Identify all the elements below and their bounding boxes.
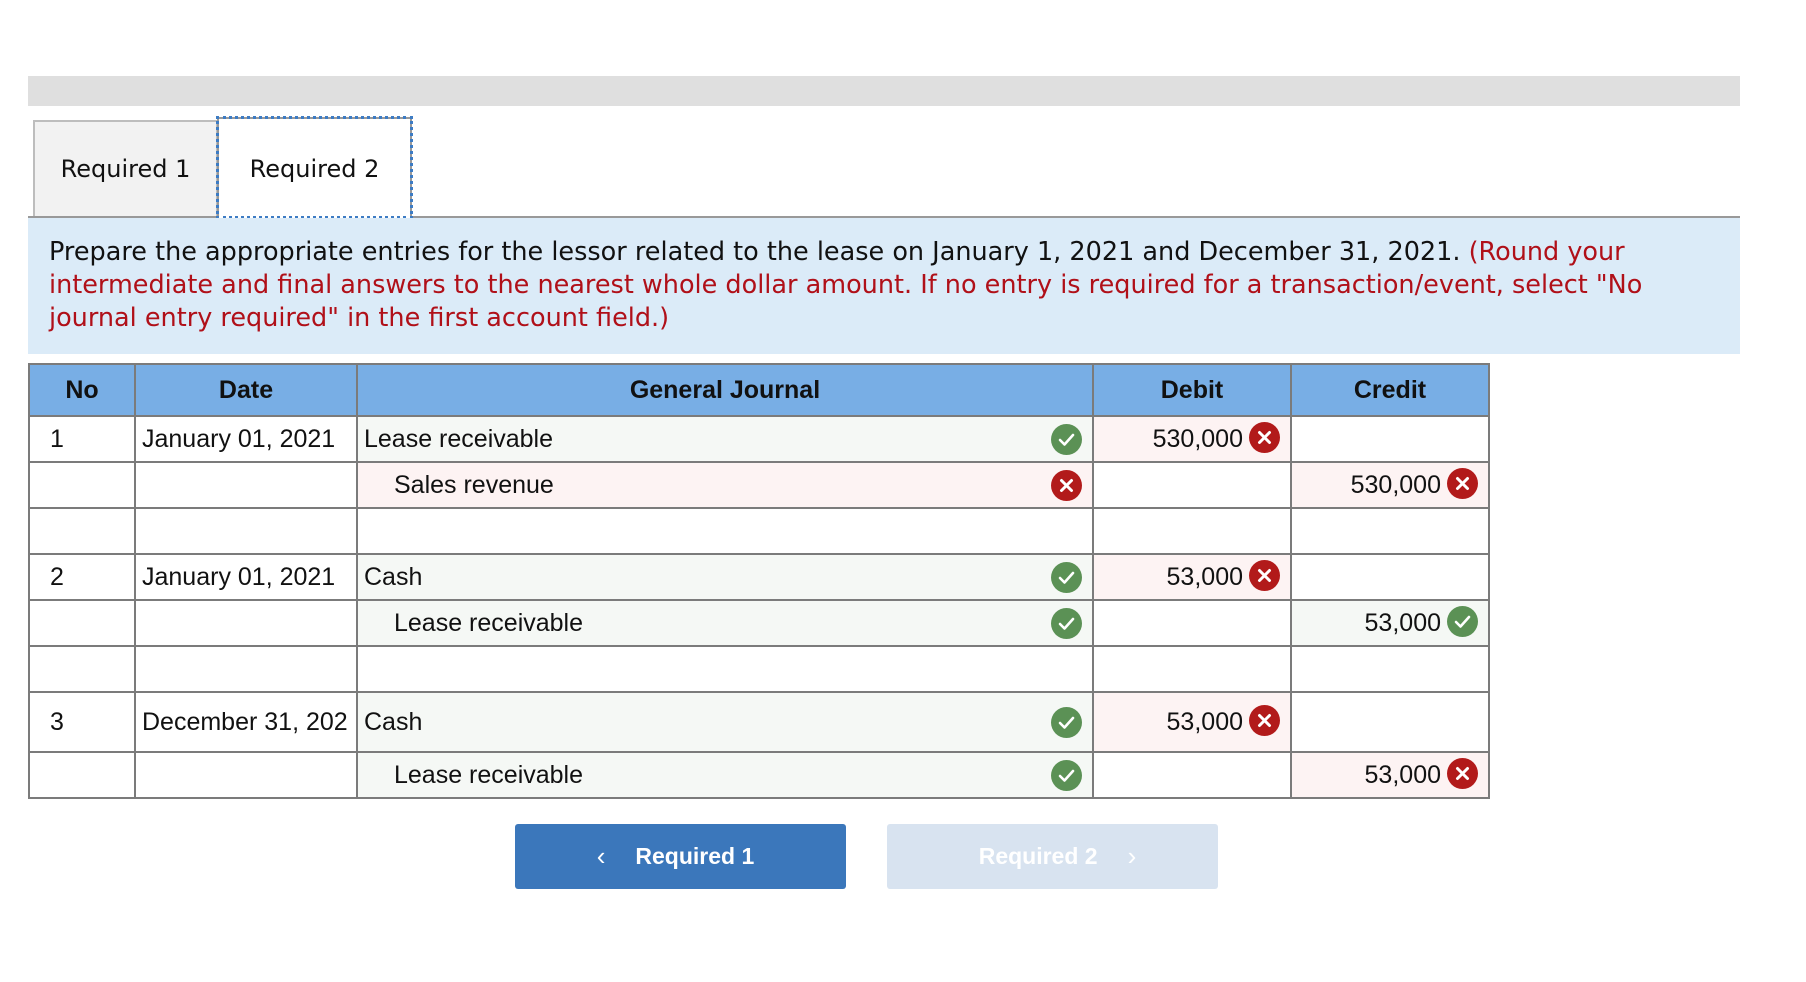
date-text: January 01, 2021 — [142, 424, 336, 453]
header-debit: Debit — [1092, 363, 1292, 417]
header-general-journal: General Journal — [356, 363, 1094, 417]
credit-cell[interactable]: 530,000 — [1290, 461, 1490, 509]
table-row: 2 January 01, 2021 Cash 53,000 — [28, 553, 1490, 601]
account-cell[interactable] — [356, 507, 1094, 555]
header-no: No — [28, 363, 136, 417]
debit-cell[interactable] — [1092, 751, 1292, 799]
account-cell[interactable]: Cash — [356, 691, 1094, 753]
date-cell[interactable]: January 01, 2021 — [134, 415, 358, 463]
account-text: Lease receivable — [364, 424, 554, 453]
account-cell[interactable]: Lease receivable — [356, 415, 1094, 463]
entry-number — [28, 507, 136, 555]
debit-amount: 53,000 — [1166, 562, 1243, 591]
date-cell[interactable] — [134, 645, 358, 693]
check-icon — [1051, 423, 1082, 455]
chevron-left-icon: ‹ — [596, 841, 606, 871]
tab-required-2[interactable]: Required 2 — [216, 116, 413, 219]
table-header-row: No Date General Journal Debit Credit — [28, 363, 1490, 417]
entry-number-text: 1 — [50, 424, 64, 453]
prev-required-1-button[interactable]: ‹ Required 1 — [515, 824, 846, 889]
chevron-right-icon: › — [1127, 841, 1137, 871]
header-date: Date — [134, 363, 358, 417]
table-row: 3 December 31, 202 Cash 53,000 — [28, 691, 1490, 753]
table-row: Sales revenue 530,000 — [28, 461, 1490, 509]
account-cell[interactable] — [356, 645, 1094, 693]
entry-number: 3 — [28, 691, 136, 753]
account-text: Cash — [364, 562, 423, 591]
credit-cell[interactable]: 53,000 — [1290, 751, 1490, 799]
table-row — [28, 507, 1490, 555]
table-row: Lease receivable 53,000 — [28, 751, 1490, 799]
entry-number — [28, 461, 136, 509]
entry-number — [28, 751, 136, 799]
debit-cell[interactable]: 53,000 — [1092, 553, 1292, 601]
entry-number — [28, 645, 136, 693]
debit-cell[interactable] — [1092, 461, 1292, 509]
header-credit: Credit — [1290, 363, 1490, 417]
top-bar — [28, 76, 1740, 106]
table-row — [28, 645, 1490, 693]
credit-cell[interactable] — [1290, 645, 1490, 693]
debit-amount: 530,000 — [1152, 424, 1243, 453]
table-row: Lease receivable 53,000 — [28, 599, 1490, 647]
instructions-text: Prepare the appropriate entries for the … — [49, 237, 1469, 267]
account-cell[interactable]: Lease receivable — [356, 751, 1094, 799]
general-journal-table: No Date General Journal Debit Credit 1 Ja… — [28, 363, 1490, 799]
entry-number: 1 — [28, 415, 136, 463]
credit-cell[interactable] — [1290, 415, 1490, 463]
debit-cell[interactable]: 530,000 — [1092, 415, 1292, 463]
tab-required-1[interactable]: Required 1 — [33, 120, 218, 216]
x-icon — [1051, 469, 1082, 501]
entry-number — [28, 599, 136, 647]
date-cell[interactable]: January 01, 2021 — [134, 553, 358, 601]
check-icon — [1447, 606, 1478, 638]
account-cell[interactable]: Lease receivable — [356, 599, 1094, 647]
check-icon — [1051, 706, 1082, 738]
x-icon — [1447, 758, 1478, 790]
credit-cell[interactable] — [1290, 507, 1490, 555]
account-text: Lease receivable — [394, 760, 584, 789]
account-cell[interactable]: Cash — [356, 553, 1094, 601]
account-text: Lease receivable — [394, 608, 584, 637]
credit-cell[interactable] — [1290, 553, 1490, 601]
debit-cell[interactable] — [1092, 507, 1292, 555]
check-icon — [1051, 607, 1082, 639]
entry-number: 2 — [28, 553, 136, 601]
debit-cell[interactable] — [1092, 645, 1292, 693]
next-required-2-button[interactable]: Required 2 › — [887, 824, 1218, 889]
x-icon — [1249, 422, 1280, 454]
x-icon — [1249, 560, 1280, 592]
credit-cell[interactable]: 53,000 — [1290, 599, 1490, 647]
debit-cell[interactable]: 53,000 — [1092, 691, 1292, 753]
debit-amount: 53,000 — [1166, 707, 1243, 736]
debit-cell[interactable] — [1092, 599, 1292, 647]
x-icon — [1447, 468, 1478, 500]
account-text: Cash — [364, 707, 423, 736]
date-text: January 01, 2021 — [142, 562, 336, 591]
x-icon — [1249, 705, 1280, 737]
credit-amount: 53,000 — [1364, 760, 1441, 789]
prev-button-label: Required 1 — [635, 843, 755, 869]
table-row: 1 January 01, 2021 Lease receivable 530,000 — [28, 415, 1490, 463]
date-text: December 31, 202 — [142, 707, 348, 736]
date-cell[interactable] — [134, 751, 358, 799]
credit-amount: 53,000 — [1364, 608, 1441, 637]
entry-number-text: 2 — [50, 562, 64, 591]
date-cell[interactable] — [134, 461, 358, 509]
account-cell[interactable]: Sales revenue — [356, 461, 1094, 509]
check-icon — [1051, 561, 1082, 593]
date-cell[interactable] — [134, 599, 358, 647]
credit-amount: 530,000 — [1350, 470, 1441, 499]
credit-cell[interactable] — [1290, 691, 1490, 753]
tab-bar: Required 1 Required 2 — [28, 116, 1740, 219]
date-cell[interactable]: December 31, 202 — [134, 691, 358, 753]
account-text: Sales revenue — [394, 470, 554, 499]
entry-number-text: 3 — [50, 707, 64, 736]
instructions-box: Prepare the appropriate entries for the … — [28, 218, 1740, 354]
check-icon — [1051, 759, 1082, 791]
date-cell[interactable] — [134, 507, 358, 555]
next-button-label: Required 2 — [978, 843, 1098, 869]
